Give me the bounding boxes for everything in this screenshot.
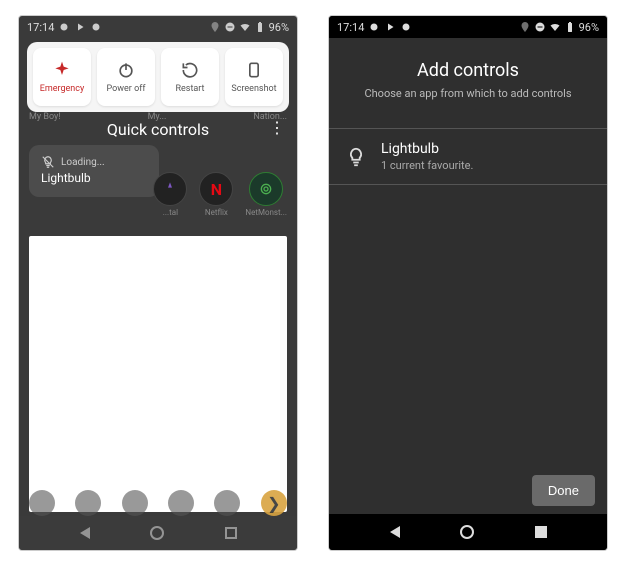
quick-controls-title: Quick controls <box>107 120 209 139</box>
blank-panel <box>29 236 287 512</box>
back-button[interactable] <box>390 526 400 538</box>
netflix-icon: N <box>199 172 233 206</box>
background-app-icons: ...tal NNetflix NetMonst... <box>153 172 287 217</box>
status-time: 17:14 <box>337 21 364 34</box>
ghost-dock-icon <box>29 490 55 516</box>
status-battery: 96% <box>269 21 289 34</box>
dnd-icon <box>534 21 546 33</box>
back-button[interactable] <box>80 527 90 539</box>
power-icon <box>116 60 136 80</box>
app-item-subtitle: 1 current favourite. <box>381 159 473 172</box>
screenshot-label: Screenshot <box>231 84 276 94</box>
screenshot-button[interactable]: Screenshot <box>225 48 283 106</box>
controls-app-list: Lightbulb 1 current favourite. <box>329 128 607 185</box>
power-off-button[interactable]: Power off <box>97 48 155 106</box>
wifi-icon <box>549 21 561 33</box>
overflow-menu-icon[interactable]: ⋮ <box>269 120 285 136</box>
restart-label: Restart <box>175 84 204 94</box>
status-bar: 17:14 96% <box>19 16 297 38</box>
netmonster-icon <box>249 172 283 206</box>
recents-button[interactable] <box>535 526 547 538</box>
wifi-icon <box>239 21 251 33</box>
status-battery: 96% <box>579 21 599 34</box>
play-icon <box>384 21 396 33</box>
home-button[interactable] <box>460 525 474 539</box>
navigation-bar <box>19 516 297 550</box>
tile-status: Loading... <box>61 157 105 168</box>
ghost-dock-icon <box>214 490 240 516</box>
battery-icon <box>254 21 266 33</box>
dnd-icon <box>224 21 236 33</box>
emergency-icon <box>52 60 72 80</box>
done-button[interactable]: Done <box>532 475 595 506</box>
emergency-label: Emergency <box>40 84 85 94</box>
app-item-title: Lightbulb <box>381 141 473 157</box>
location-off-icon <box>519 21 531 33</box>
ghost-app-icon <box>153 172 187 206</box>
add-controls-header: Add controls Choose an app from which to… <box>329 60 607 100</box>
app-dot-icon <box>400 21 412 33</box>
ghost-dock-icon <box>122 490 148 516</box>
status-bar: 17:14 96% <box>329 16 607 38</box>
quick-controls-header: Quick controls ⋮ <box>19 120 297 139</box>
navigation-bar <box>329 514 607 550</box>
home-button[interactable] <box>150 526 164 540</box>
screenshot-icon <box>244 60 264 80</box>
restart-button[interactable]: Restart <box>161 48 219 106</box>
app-item-lightbulb[interactable]: Lightbulb 1 current favourite. <box>329 128 607 185</box>
app-dot-icon <box>90 21 102 33</box>
dock-ghost-icons: ❯ <box>19 486 297 520</box>
power-off-label: Power off <box>107 84 146 94</box>
status-time: 17:14 <box>27 21 54 34</box>
lightbulb-icon <box>345 146 367 168</box>
phone-right: 17:14 96% Add controls Choose an app fro… <box>328 15 608 551</box>
emergency-button[interactable]: Emergency <box>33 48 91 106</box>
ghost-dock-icon <box>168 490 194 516</box>
phone-left: 17:14 96% My Boy! My... Nation... Emerge… <box>18 15 298 551</box>
recents-button[interactable] <box>225 527 237 539</box>
app-dot-icon <box>58 21 70 33</box>
ghost-dock-arrow-icon: ❯ <box>261 490 287 516</box>
play-icon <box>74 21 86 33</box>
ghost-dock-icon <box>75 490 101 516</box>
location-off-icon <box>209 21 221 33</box>
lightbulb-off-icon <box>41 155 55 169</box>
tile-name: Lightbulb <box>41 171 147 185</box>
restart-icon <box>180 60 200 80</box>
app-dot-icon <box>368 21 380 33</box>
battery-icon <box>564 21 576 33</box>
add-controls-title: Add controls <box>329 60 607 81</box>
power-menu: Emergency Power off Restart Screenshot <box>27 42 289 112</box>
add-controls-subtitle: Choose an app from which to add controls <box>329 87 607 100</box>
control-tile-lightbulb[interactable]: Loading... Lightbulb <box>29 145 159 197</box>
